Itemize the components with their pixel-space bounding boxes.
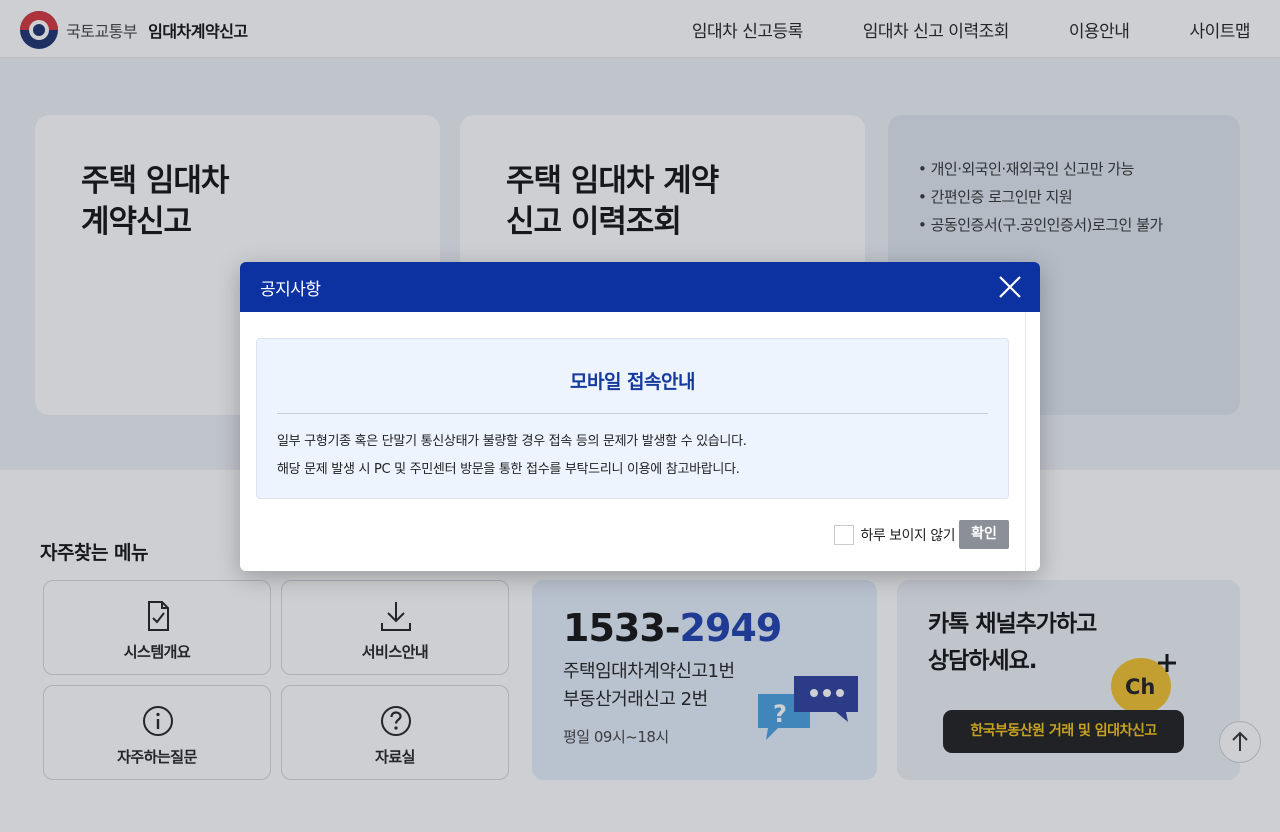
close-icon[interactable] (995, 272, 1025, 302)
notice-line2: 해당 문제 발생 시 PC 및 주민센터 방문을 통한 접수를 부탁드리니 이용… (277, 462, 740, 477)
modal-header: 공지사항 (240, 262, 1040, 312)
notice-text: 일부 구형기종 혹은 단말기 통신상태가 불량할 경우 접속 등의 문제가 발생… (277, 428, 747, 484)
notice-line1: 일부 구형기종 혹은 단말기 통신상태가 불량할 경우 접속 등의 문제가 발생… (277, 434, 747, 449)
hide-today-label[interactable]: 하루 보이지 않기 (860, 525, 955, 545)
modal-scrollbar[interactable] (1025, 312, 1026, 571)
modal-footer: 하루 보이지 않기 확인 (834, 520, 1009, 549)
notice-title: 모바일 접속안내 (570, 371, 695, 393)
hide-today-checkbox[interactable] (834, 524, 855, 545)
confirm-button[interactable]: 확인 (959, 520, 1009, 549)
notice-content-box: 모바일 접속안내 일부 구형기종 혹은 단말기 통신상태가 불량할 경우 접속 … (256, 338, 1009, 499)
notice-divider (277, 413, 988, 414)
notice-modal: 공지사항 모바일 접속안내 일부 구형기종 혹은 단말기 통신상태가 불량할 경… (240, 262, 1040, 571)
modal-title: 공지사항 (260, 280, 321, 300)
